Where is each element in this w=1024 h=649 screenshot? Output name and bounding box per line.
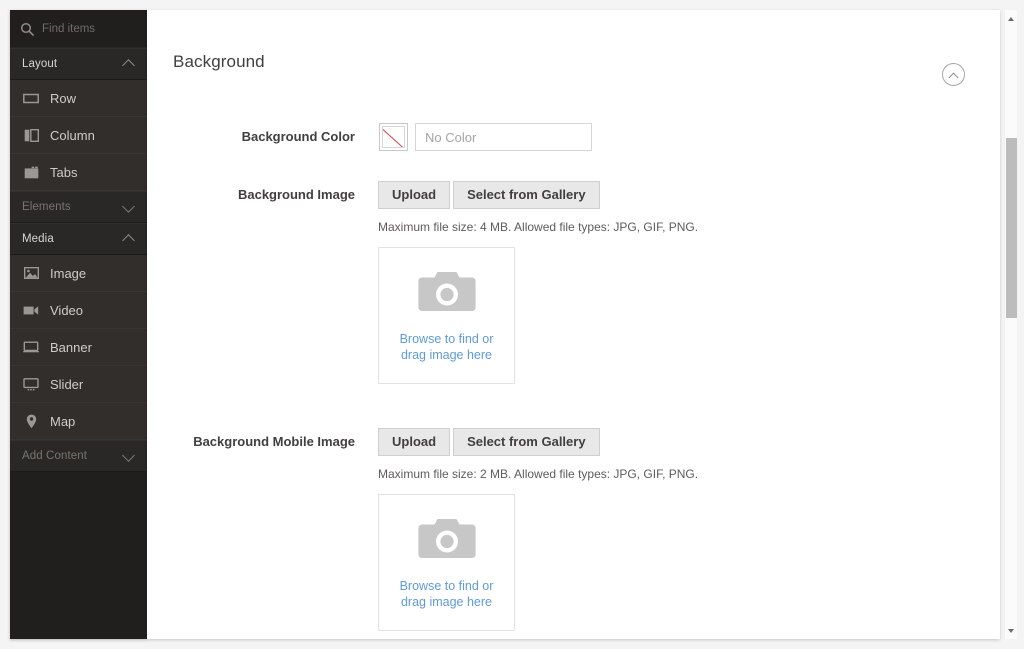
sidebar-item-slider[interactable]: Slider bbox=[10, 366, 147, 403]
sidebar-item-map[interactable]: Map bbox=[10, 403, 147, 440]
triangle-down-icon[interactable] bbox=[1005, 624, 1018, 637]
sidebar-item-column[interactable]: Column bbox=[10, 117, 147, 154]
sidebar-group-label: Media bbox=[22, 233, 54, 245]
sidebar-item-image[interactable]: Image bbox=[10, 255, 147, 292]
sidebar-item-label: Video bbox=[50, 302, 84, 318]
sidebar-group-label: Add Content bbox=[22, 450, 88, 462]
chevron-down-icon bbox=[123, 203, 136, 211]
sidebar: Layout Row Column bbox=[10, 10, 147, 639]
field-label-background-color: Background Color bbox=[241, 129, 355, 144]
video-icon bbox=[22, 302, 40, 318]
sidebar-item-banner[interactable]: Banner bbox=[10, 329, 147, 366]
sidebar-group-layout[interactable]: Layout bbox=[10, 48, 147, 80]
chevron-up-icon bbox=[123, 235, 136, 243]
slider-icon bbox=[22, 376, 40, 392]
background-image-dropzone[interactable]: Browse to find or drag image here bbox=[378, 247, 515, 384]
sidebar-group-elements[interactable]: Elements bbox=[10, 191, 147, 223]
field-label-background-mobile-image: Background Mobile Image bbox=[193, 434, 355, 449]
page-editor-screen: Layout Row Column bbox=[0, 0, 1024, 649]
background-color-input[interactable] bbox=[415, 123, 592, 151]
column-icon bbox=[22, 127, 40, 143]
scrollbar-thumb[interactable] bbox=[1006, 138, 1017, 318]
sidebar-item-label: Slider bbox=[50, 376, 84, 392]
dropzone-line-2: drag image here bbox=[400, 594, 492, 609]
upload-button[interactable]: Upload bbox=[378, 181, 451, 209]
background-image-buttons: Upload Select from Gallery bbox=[378, 181, 600, 209]
select-from-gallery-button-mobile[interactable]: Select from Gallery bbox=[453, 428, 600, 456]
dropzone-text: Browse to find or drag image here bbox=[400, 578, 494, 610]
search-input[interactable] bbox=[42, 22, 137, 35]
camera-icon bbox=[417, 269, 476, 318]
background-mobile-image-buttons: Upload Select from Gallery bbox=[378, 428, 600, 456]
page-title: Background bbox=[173, 52, 265, 71]
sidebar-item-label: Column bbox=[50, 127, 95, 143]
sidebar-item-label: Row bbox=[50, 90, 77, 106]
arrow-glyph bbox=[1008, 629, 1014, 633]
banner-icon bbox=[22, 339, 40, 355]
background-mobile-image-dropzone[interactable]: Browse to find or drag image here bbox=[378, 494, 515, 631]
sidebar-item-tabs[interactable]: Tabs bbox=[10, 154, 147, 191]
dropzone-line-2: drag image here bbox=[400, 347, 492, 362]
background-mobile-image-note: Maximum file size: 2 MB. Allowed file ty… bbox=[378, 467, 699, 481]
camera-icon bbox=[417, 516, 476, 565]
dropzone-line-1: Browse to find or bbox=[399, 331, 494, 346]
background-image-note: Maximum file size: 4 MB. Allowed file ty… bbox=[378, 220, 699, 234]
row-icon bbox=[22, 90, 40, 106]
dropzone-line-1: Browse to find or bbox=[399, 578, 494, 593]
search-icon bbox=[20, 22, 34, 36]
chevron-down-icon bbox=[123, 452, 136, 460]
chevron-up-circle-icon[interactable] bbox=[942, 63, 965, 86]
field-label-background-image: Background Image bbox=[237, 187, 355, 202]
image-icon bbox=[22, 265, 40, 281]
sidebar-group-label: Layout bbox=[22, 58, 58, 70]
chevron-up-glyph bbox=[949, 72, 958, 78]
sidebar-item-label: Image bbox=[50, 265, 87, 281]
sidebar-item-row[interactable]: Row bbox=[10, 80, 147, 117]
select-from-gallery-button[interactable]: Select from Gallery bbox=[453, 181, 600, 209]
sidebar-item-video[interactable]: Video bbox=[10, 292, 147, 329]
sidebar-group-add-content[interactable]: Add Content bbox=[10, 440, 147, 472]
arrow-glyph bbox=[1008, 17, 1014, 21]
sidebar-item-label: Tabs bbox=[50, 164, 78, 180]
sidebar-group-media[interactable]: Media bbox=[10, 223, 147, 255]
sidebar-item-label: Map bbox=[50, 413, 76, 429]
swatch-inner bbox=[382, 126, 405, 148]
dropzone-text: Browse to find or drag image here bbox=[400, 331, 494, 363]
no-color-swatch-icon[interactable] bbox=[379, 123, 408, 151]
settings-panel-body: Background Background Color Background I… bbox=[147, 10, 1000, 639]
sidebar-search[interactable] bbox=[10, 10, 147, 48]
upload-button-mobile[interactable]: Upload bbox=[378, 428, 451, 456]
sidebar-item-label: Banner bbox=[50, 339, 92, 355]
settings-panel: Background Background Color Background I… bbox=[147, 10, 1000, 639]
tabs-icon bbox=[22, 164, 40, 180]
triangle-up-icon[interactable] bbox=[1005, 12, 1018, 25]
sidebar-group-label: Elements bbox=[22, 201, 71, 213]
chevron-up-icon bbox=[123, 60, 136, 68]
map-pin-icon bbox=[22, 413, 40, 429]
vertical-scrollbar[interactable] bbox=[1004, 10, 1017, 639]
